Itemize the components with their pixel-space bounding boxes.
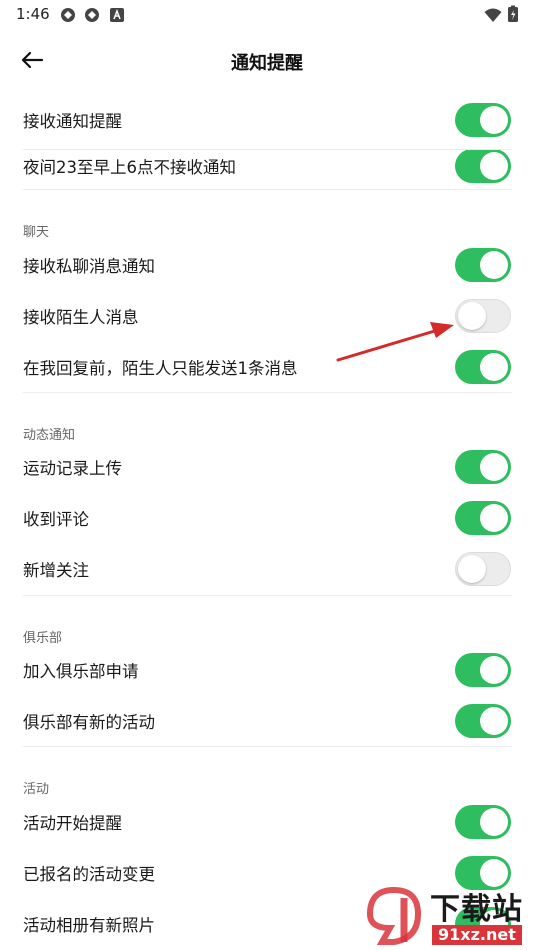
- watermark-brand: 下载站: [430, 892, 523, 927]
- row-label: 运动记录上传: [23, 459, 122, 478]
- section-header-moments: 动态通知: [23, 428, 76, 443]
- toggle-knob: [480, 152, 508, 180]
- row-club-join-requests: 加入俱乐部申请: [0, 647, 534, 693]
- row-club-new-activities: 俱乐部有新的活动: [0, 698, 534, 744]
- toggle-knob: [480, 353, 508, 381]
- toggle-knob: [480, 504, 508, 532]
- toggle-knob: [480, 808, 508, 836]
- row-received-comments: 收到评论: [0, 495, 534, 541]
- page-title: 通知提醒: [231, 53, 303, 74]
- row-workout-upload: 运动记录上传: [0, 444, 534, 490]
- toggle-knob: [480, 106, 508, 134]
- annotation-arrow-icon: [336, 322, 454, 362]
- toggle-knob: [458, 555, 486, 583]
- divider: [23, 595, 512, 596]
- app-notification-icon: [61, 8, 75, 22]
- divider: [23, 746, 512, 747]
- section-header-activity: 活动: [23, 782, 50, 797]
- activity-start-toggle[interactable]: [455, 805, 511, 839]
- night-quiet-toggle[interactable]: [455, 149, 511, 183]
- row-label: 俱乐部有新的活动: [23, 713, 155, 732]
- section-header-chat: 聊天: [23, 225, 50, 240]
- row-label: 接收私聊消息通知: [23, 257, 155, 276]
- row-label: 已报名的活动变更: [23, 865, 155, 884]
- toggle-knob: [480, 656, 508, 684]
- row-label: 接收通知提醒: [23, 112, 122, 131]
- row-label: 活动相册有新照片: [23, 916, 155, 935]
- row-receive-notifications: 接收通知提醒: [0, 97, 534, 143]
- row-label: 加入俱乐部申请: [23, 662, 139, 681]
- row-new-followers: 新增关注: [0, 546, 534, 592]
- battery-icon: [508, 5, 518, 22]
- private-message-toggle[interactable]: [455, 248, 511, 282]
- workout-upload-toggle[interactable]: [455, 450, 511, 484]
- row-private-message-notifications: 接收私聊消息通知: [0, 242, 534, 288]
- watermark-emblem-icon: [366, 886, 422, 945]
- row-label: 收到评论: [23, 510, 89, 529]
- watermark-logo: 下载站 91xz.net: [360, 882, 534, 950]
- wifi-icon: [484, 8, 502, 22]
- stranger-limit-toggle[interactable]: [455, 350, 511, 384]
- received-comments-toggle[interactable]: [455, 501, 511, 535]
- divider: [23, 392, 512, 393]
- row-label: 夜间23至早上6点不接收通知: [23, 158, 236, 177]
- toggle-knob: [480, 707, 508, 735]
- row-label: 在我回复前，陌生人只能发送1条消息: [23, 359, 298, 378]
- receive-notifications-toggle[interactable]: [455, 103, 511, 137]
- club-join-requests-toggle[interactable]: [455, 653, 511, 687]
- stranger-messages-toggle[interactable]: [455, 299, 511, 333]
- font-app-icon: [110, 8, 124, 22]
- row-label: 活动开始提醒: [23, 814, 122, 833]
- watermark-site: 91xz.net: [432, 925, 522, 945]
- row-activity-start-reminder: 活动开始提醒: [0, 799, 534, 845]
- status-bar: 1:46: [0, 0, 534, 30]
- divider: [23, 149, 512, 150]
- club-new-activities-toggle[interactable]: [455, 704, 511, 738]
- toggle-knob: [480, 251, 508, 279]
- section-header-club: 俱乐部: [23, 631, 63, 646]
- row-label: 新增关注: [23, 561, 89, 580]
- toggle-knob: [480, 453, 508, 481]
- toggle-knob: [458, 302, 486, 330]
- row-label: 接收陌生人消息: [23, 308, 139, 327]
- status-time: 1:46: [16, 5, 50, 23]
- new-followers-toggle[interactable]: [455, 552, 511, 586]
- divider: [23, 189, 512, 190]
- app-notification-icon: [85, 8, 99, 22]
- app-header: 通知提醒: [0, 38, 534, 82]
